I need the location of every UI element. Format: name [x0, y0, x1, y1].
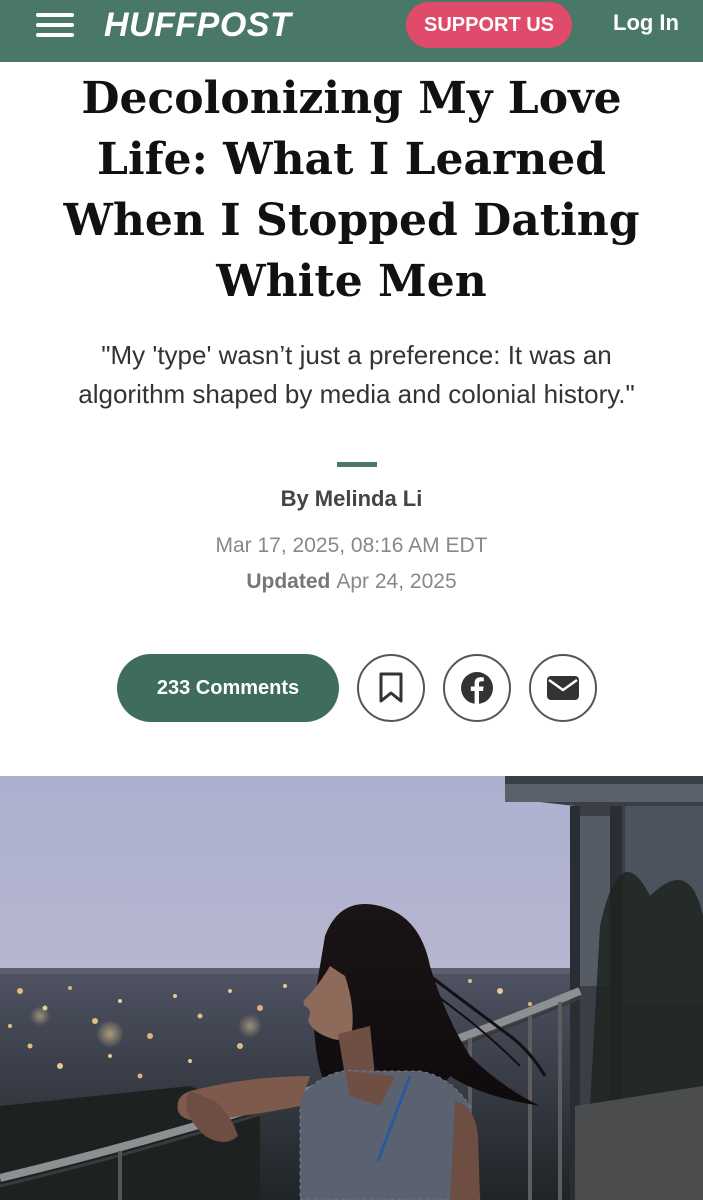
byline-prefix: By [280, 486, 309, 511]
site-logo[interactable]: HUFFPOST [104, 6, 291, 45]
facebook-icon [461, 672, 493, 704]
article-dek: "My 'type' wasn’t just a preference: It … [78, 340, 635, 409]
article-headline: Decolonizing My Love Life: What I Learne… [63, 73, 640, 307]
comments-button[interactable]: 233 Comments [117, 654, 339, 722]
facebook-share-button[interactable] [443, 654, 511, 722]
author-link[interactable]: Melinda Li [315, 486, 423, 511]
divider [337, 462, 377, 467]
save-button[interactable] [357, 654, 425, 722]
updated-timestamp: Updated Apr 24, 2025 [0, 570, 703, 594]
byline: By Melinda Li [0, 486, 703, 512]
bookmark-icon [379, 672, 403, 703]
site-header: HUFFPOST SUPPORT US Log In [0, 0, 703, 62]
published-timestamp: Mar 17, 2025, 08:16 AM EDT [215, 534, 488, 557]
hamburger-menu-icon[interactable] [36, 11, 76, 39]
support-us-button[interactable]: SUPPORT US [406, 2, 572, 48]
login-link[interactable]: Log In [613, 10, 679, 36]
woman-on-balcony-at-dusk-photo [0, 776, 703, 1200]
email-share-button[interactable] [529, 654, 597, 722]
updated-date: Apr 24, 2025 [336, 570, 457, 593]
updated-label: Updated [246, 570, 331, 593]
hero-image [0, 776, 703, 1200]
email-icon [547, 676, 579, 700]
